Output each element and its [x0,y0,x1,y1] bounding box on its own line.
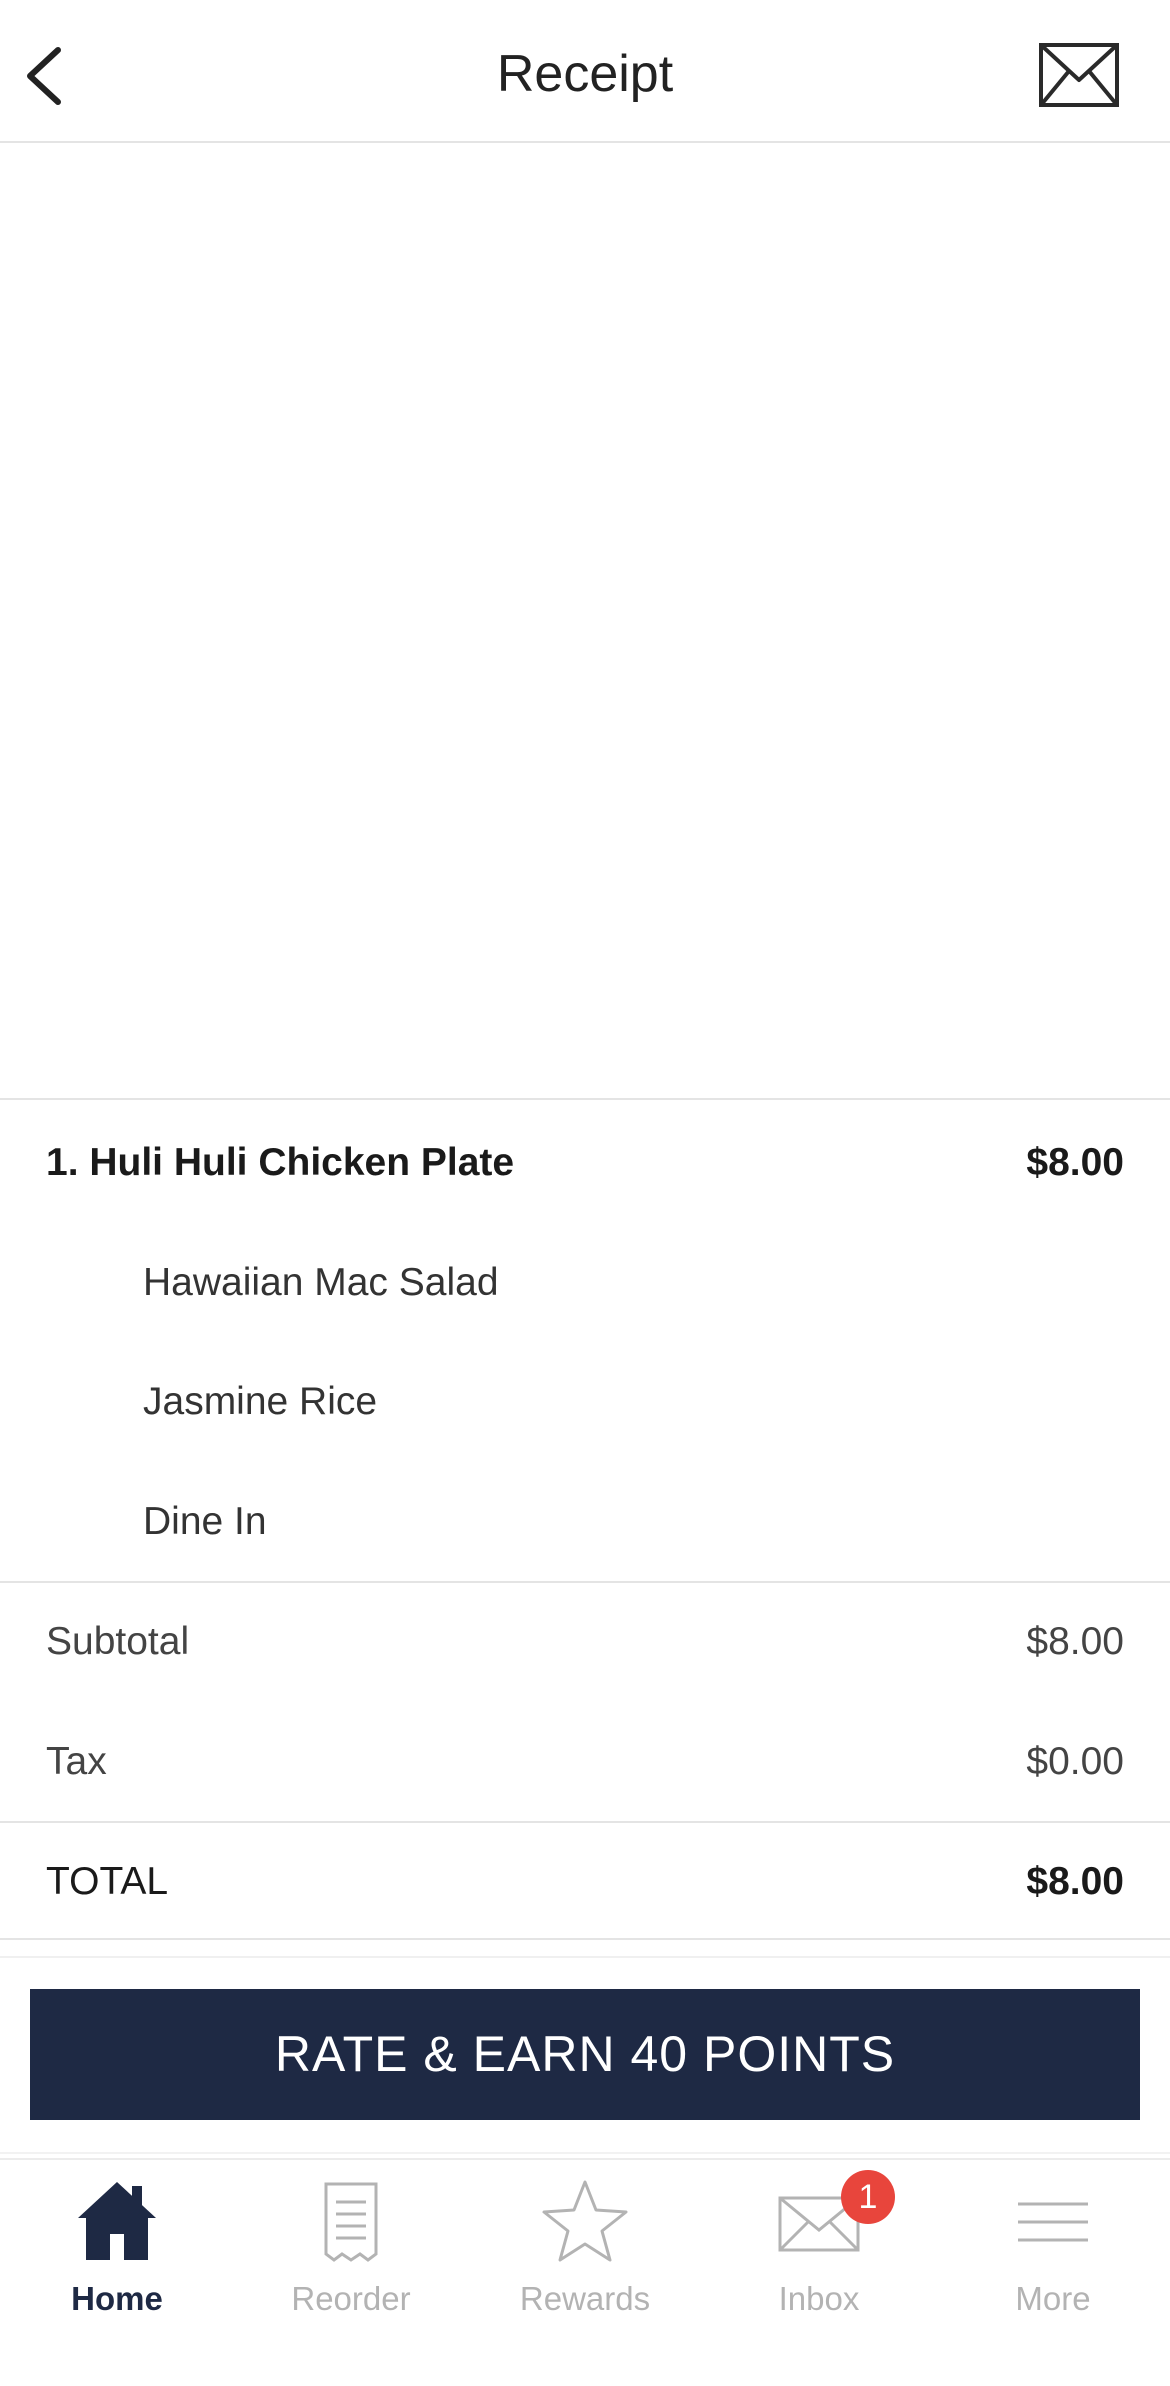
tax-row: Tax $0.00 [0,1732,1170,1792]
tab-label: More [1015,2280,1091,2317]
item-price: $8.00 [1026,1141,1124,1184]
tab-label: Home [71,2280,163,2317]
modifier-label: Hawaiian Mac Salad [143,1261,499,1304]
email-receipt-button[interactable] [1038,42,1120,108]
divider [0,1098,1170,1100]
tab-home[interactable]: Home [0,2160,234,2386]
divider [0,2152,1170,2154]
inbox-badge: 1 [841,2170,895,2224]
tax-value: $0.00 [1026,1740,1124,1783]
subtotal-value: $8.00 [1026,1620,1124,1663]
divider [0,1821,1170,1823]
rate-and-earn-button[interactable]: RATE & EARN 40 POINTS [30,1989,1140,2120]
item-modifier: Hawaiian Mac Salad [0,1253,1170,1313]
tab-label: Inbox [778,2280,860,2317]
receipt-icon [324,2182,378,2262]
divider [0,1956,1170,1958]
home-icon [78,2182,156,2260]
modifier-label: Dine In [143,1500,267,1543]
tab-inbox[interactable]: Inbox [702,2160,936,2386]
tab-reorder[interactable]: Reorder [234,2160,468,2386]
bottom-tab-bar: Home Reorder Rewards Inbox More [0,2158,1170,2384]
tab-rewards[interactable]: Rewards [468,2160,702,2386]
item-modifier: Dine In [0,1492,1170,1552]
tab-label: Rewards [519,2280,651,2317]
tab-label: Reorder [291,2280,411,2317]
total-row: TOTAL $8.00 [0,1852,1170,1912]
modifier-label: Jasmine Rice [143,1380,378,1423]
order-item-row: 1. Huli Huli Chicken Plate $8.00 [0,1133,1170,1193]
item-modifier: Jasmine Rice [0,1372,1170,1432]
receipt-image-area [0,143,1170,1099]
divider [0,1581,1170,1583]
menu-icon [1018,2202,1088,2242]
header-bar: Receipt [0,0,1170,143]
tab-more[interactable]: More [936,2160,1170,2386]
item-name: 1. Huli Huli Chicken Plate [46,1141,515,1184]
total-value: $8.00 [1026,1860,1124,1903]
page-title: Receipt [496,45,674,103]
divider [0,1938,1170,1940]
subtotal-label: Subtotal [46,1620,190,1663]
star-icon [542,2180,628,2262]
subtotal-row: Subtotal $8.00 [0,1612,1170,1672]
tax-label: Tax [46,1740,107,1783]
envelope-icon [1039,43,1119,107]
total-label: TOTAL [46,1860,169,1903]
